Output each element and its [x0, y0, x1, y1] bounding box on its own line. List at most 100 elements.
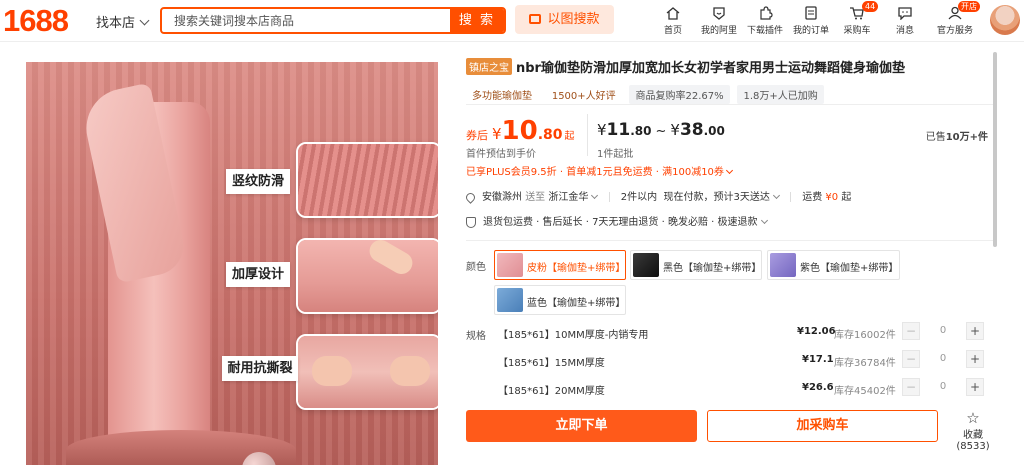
feature-label-durable: 耐用抗撕裂 [222, 356, 298, 381]
color-option-label: 蓝色【瑜伽垫+绑带】 [527, 298, 626, 309]
quantity-value[interactable]: 0 [922, 325, 964, 336]
favorite-button[interactable]: ☆ 收藏 (8533) [945, 410, 1001, 452]
nav-cart[interactable]: 44 采购车 [832, 1, 882, 36]
guarantee-row[interactable]: 退货包运费 · 售后延长 · 7天无理由退货 · 晚发必赔 · 极速退款 [466, 213, 768, 228]
search-button[interactable]: 搜 索 [450, 9, 504, 32]
chevron-down-icon [772, 191, 780, 200]
decrement-button[interactable]: − [902, 350, 920, 368]
coupon-currency: ¥ [492, 125, 502, 143]
store-selector-label: 找本店 [96, 16, 136, 31]
sold-count: 已售10万+件 [926, 128, 988, 143]
feature-label-antislip: 竖纹防滑 [226, 169, 290, 194]
ship-to-select[interactable]: 浙江金华 [548, 191, 599, 203]
feature-closeup-texture [296, 142, 438, 218]
spec-name: 【185*61】15MM厚度 [498, 358, 605, 369]
swatch-pink [497, 253, 523, 277]
color-option-label: 皮粉【瑜伽垫+绑带】 [527, 263, 626, 274]
product-main-image[interactable]: 竖纹防滑 加厚设计 耐用抗撕裂 [26, 62, 438, 465]
range-low-dec: .80 [630, 124, 652, 138]
image-search-label: 以图搜款 [547, 12, 600, 27]
chevron-down-icon [760, 216, 768, 225]
tag-reviews[interactable]: 1500+人好评 [545, 85, 622, 104]
price-range: ¥11.80 ~ ¥38.00 [597, 120, 725, 140]
promo-line[interactable]: 已享PLUS会员9.5折 · 首单减1元且免运费 · 满100减10券 [466, 163, 733, 178]
nav-messages[interactable]: 消息 [880, 4, 930, 36]
ship-from: 安徽滁州 [482, 192, 522, 203]
color-option-black[interactable]: 黑色【瑜伽垫+绑带】 [630, 250, 762, 280]
ship-qty: 2件以内 [620, 192, 658, 203]
image-search-button[interactable]: 以图搜款 [515, 5, 614, 34]
nav-service-label: 官方服务 [936, 26, 973, 36]
nav-my-alibaba[interactable]: 我的阿里 [694, 4, 744, 36]
swatch-black [633, 253, 659, 277]
search-bar: 搜 索 [160, 7, 506, 34]
range-high-dec: .00 [703, 124, 725, 138]
scrollbar[interactable] [993, 52, 997, 247]
location-pin-icon [464, 190, 477, 204]
ship-eta[interactable]: 现在付款，预计3天送达 [663, 192, 769, 203]
chevron-down-icon [591, 191, 599, 200]
orders-icon [805, 6, 817, 20]
spec-price: ¥26.6 [802, 382, 834, 393]
min-batch: 1件起批 [597, 149, 634, 160]
ship-to: 浙江金华 [548, 192, 589, 203]
guarantee-text: 退货包运费 · 售后延长 · 7天无理由退货 · 晚发必赔 · 极速退款 [483, 217, 758, 228]
increment-button[interactable]: + [966, 350, 984, 368]
increment-button[interactable]: + [966, 378, 984, 396]
freight-suffix: 起 [841, 192, 852, 203]
decrement-button[interactable]: − [902, 322, 920, 340]
spec-row: 【185*61】10MM厚度-内销专用 ¥12.06 库存16002件 − 0 … [494, 321, 988, 345]
star-icon: ☆ [966, 409, 980, 427]
favorite-label: 收藏 (8533) [956, 430, 990, 452]
buy-now-button[interactable]: 立即下单 [466, 410, 697, 442]
shield-icon [466, 216, 476, 228]
spec-label: 规格 [466, 331, 486, 342]
sold-prefix: 已售 [925, 132, 946, 143]
site-logo[interactable]: 1688 [3, 3, 69, 39]
nav-home[interactable]: 首页 [648, 4, 698, 36]
coupon-price: 券后 ¥10.80 起 [466, 116, 575, 146]
nav-service[interactable]: 开店 官方服务 [930, 1, 980, 36]
store-selector[interactable]: 找本店 [96, 12, 150, 31]
nav-plugin[interactable]: 下载插件 [740, 4, 790, 36]
color-option-label: 紫色【瑜伽垫+绑带】 [800, 263, 899, 274]
message-icon [898, 7, 912, 20]
avatar[interactable] [990, 5, 1020, 35]
home-icon [666, 7, 680, 20]
nav-orders-label: 我的订单 [792, 26, 829, 36]
quantity-stepper: − 0 + [902, 378, 984, 398]
color-option-label: 黑色【瑜伽垫+绑带】 [663, 263, 762, 274]
estimated-price-note: 首件预估到手价 [466, 149, 536, 160]
color-option-pink[interactable]: 皮粉【瑜伽垫+绑带】 [494, 250, 626, 280]
spec-stock: 库存45402件 [834, 386, 896, 397]
chevron-down-icon [139, 15, 150, 26]
color-option-purple[interactable]: 紫色【瑜伽垫+绑带】 [767, 250, 900, 280]
increment-button[interactable]: + [966, 322, 984, 340]
spec-row: 【185*61】20MM厚度 ¥26.6 库存45402件 − 0 + [494, 377, 988, 401]
coupon-price-suffix: 起 [564, 131, 575, 142]
range-currency-low: ¥ [597, 121, 607, 139]
nav-orders[interactable]: 我的订单 [786, 4, 836, 36]
quantity-value[interactable]: 0 [922, 381, 964, 392]
cart-count-badge: 44 [862, 1, 879, 12]
quantity-value[interactable]: 0 [922, 353, 964, 364]
product-title: nbr瑜伽垫防滑加厚加宽加长女初学者家用男士运动舞蹈健身瑜伽垫 [516, 61, 905, 76]
promo-text: 已享PLUS会员9.5折 · 首单减1元且免运费 · 满100减10券 [466, 167, 724, 178]
spec-price: ¥12.06 [797, 326, 836, 337]
plugin-icon [760, 6, 773, 20]
store-treasure-tag: 镇店之宝 [466, 58, 512, 75]
spec-name: 【185*61】10MM厚度-内销专用 [498, 330, 649, 341]
feature-label-thick: 加厚设计 [226, 262, 290, 287]
color-option-blue[interactable]: 蓝色【瑜伽垫+绑带】 [494, 285, 626, 315]
add-to-cart-button[interactable]: 加采购车 [707, 410, 938, 442]
spec-stock: 库存36784件 [834, 358, 896, 369]
divider [466, 104, 994, 105]
coupon-price-int: 10 [501, 116, 538, 146]
spec-row: 【185*61】15MM厚度 ¥17.1 库存36784件 − 0 + [494, 349, 988, 373]
freight-value: ¥0 [825, 192, 839, 203]
decrement-button[interactable]: − [902, 378, 920, 396]
header-nav: 首页 我的阿里 下载插件 我的订单 44 采购车 消息 开店 官方服务 [648, 1, 980, 38]
swatch-purple [770, 253, 796, 277]
my-alibaba-icon [713, 7, 725, 20]
search-input[interactable] [162, 9, 452, 32]
